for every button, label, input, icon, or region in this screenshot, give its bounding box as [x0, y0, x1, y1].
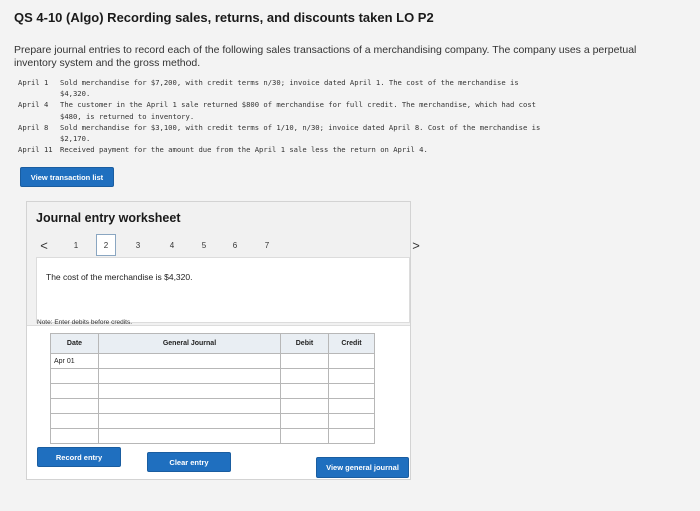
account-cell[interactable]	[98, 383, 281, 399]
transaction-line: The customer in the April 1 sale returne…	[60, 100, 536, 110]
account-cell[interactable]	[98, 353, 281, 369]
account-cell[interactable]	[98, 398, 281, 414]
transaction-date: April 11	[18, 145, 53, 155]
debit-cell[interactable]	[280, 383, 329, 399]
view-transaction-list-button[interactable]: View transaction list	[20, 167, 114, 187]
transactions-list: April 1 Sold merchandise for $7,200, wit…	[18, 77, 658, 155]
credit-cell[interactable]	[328, 413, 375, 429]
record-entry-button[interactable]: Record entry	[37, 447, 121, 467]
journal-table: Date General Journal Debit Credit Apr 01	[50, 333, 375, 444]
journal-entry-worksheet: Journal entry worksheet < 1 2 3 4 5 6 7 …	[26, 201, 420, 480]
credit-cell[interactable]	[328, 398, 375, 414]
page-2[interactable]: 2	[96, 234, 116, 256]
transaction-date: April 1	[18, 78, 49, 87]
debit-cell[interactable]	[280, 428, 329, 444]
debit-header: Debit	[280, 333, 329, 354]
transaction-item: April 1 Sold merchandise for $7,200, wit…	[18, 77, 658, 99]
account-cell[interactable]	[98, 368, 281, 384]
table-row	[50, 368, 375, 384]
general-journal-header: General Journal	[98, 333, 281, 354]
view-general-journal-button[interactable]: View general journal	[316, 457, 409, 478]
credit-cell[interactable]	[328, 383, 375, 399]
date-cell[interactable]	[50, 368, 99, 384]
date-cell[interactable]	[50, 398, 99, 414]
debit-cell[interactable]	[280, 398, 329, 414]
transaction-text: Sold merchandise for $7,200, with credit…	[60, 77, 658, 99]
credit-cell[interactable]	[328, 428, 375, 444]
page-7[interactable]: 7	[257, 234, 277, 256]
transaction-text: Received payment for the amount due from…	[60, 145, 428, 155]
worksheet-title: Journal entry worksheet	[36, 211, 181, 225]
date-cell[interactable]: Apr 01	[50, 353, 99, 369]
debit-cell[interactable]	[280, 413, 329, 429]
table-row	[50, 428, 375, 444]
table-row	[50, 413, 375, 429]
transaction-line: $4,320.	[60, 89, 91, 99]
table-row	[50, 383, 375, 399]
credit-cell[interactable]	[328, 368, 375, 384]
date-header: Date	[50, 333, 99, 354]
transaction-item: April 4 The customer in the April 1 sale…	[18, 99, 658, 121]
description-text: The cost of the merchandise is $4,320.	[46, 272, 193, 282]
date-cell[interactable]	[50, 383, 99, 399]
transaction-line: Sold merchandise for $7,200, with credit…	[60, 78, 519, 87]
instructions-text: Prepare journal entries to record each o…	[14, 44, 637, 69]
prev-page-arrow-icon[interactable]: <	[36, 234, 52, 256]
transaction-text: The customer in the April 1 sale returne…	[60, 99, 658, 121]
transaction-date: April 8	[18, 122, 49, 132]
debit-credit-note: Note: Enter debits before credits.	[37, 319, 133, 326]
account-cell[interactable]	[98, 428, 281, 444]
transaction-line: $2,170.	[60, 134, 91, 144]
date-cell[interactable]	[50, 428, 99, 444]
page-3[interactable]: 3	[128, 234, 148, 256]
credit-cell[interactable]	[328, 353, 375, 369]
page-1[interactable]: 1	[66, 234, 86, 256]
account-cell[interactable]	[98, 413, 281, 429]
page-5[interactable]: 5	[194, 234, 214, 256]
worksheet-header: Journal entry worksheet < 1 2 3 4 5 6 7 …	[27, 202, 420, 326]
description-box: The cost of the merchandise is $4,320.	[36, 257, 410, 323]
transaction-line: $480, is returned to inventory.	[60, 111, 195, 121]
debit-cell[interactable]	[280, 368, 329, 384]
transaction-line: Sold merchandise for $3,100, with credit…	[60, 122, 541, 132]
page-title: QS 4-10 (Algo) Recording sales, returns,…	[14, 10, 434, 25]
transaction-text: Sold merchandise for $3,100, with credit…	[60, 122, 658, 144]
page-4[interactable]: 4	[162, 234, 182, 256]
page-navigation: < 1 2 3 4 5 6 7 >	[36, 234, 420, 256]
date-cell[interactable]	[50, 413, 99, 429]
debit-cell[interactable]	[280, 353, 329, 369]
transaction-item: April 11 Received payment for the amount…	[18, 144, 658, 155]
transaction-item: April 8 Sold merchandise for $3,100, wit…	[18, 122, 658, 144]
table-row: Apr 01	[50, 353, 375, 369]
table-row	[50, 398, 375, 414]
transaction-date: April 4	[18, 100, 49, 110]
page-6[interactable]: 6	[225, 234, 245, 256]
credit-header: Credit	[328, 333, 375, 354]
clear-entry-button[interactable]: Clear entry	[147, 452, 231, 472]
next-page-arrow-icon[interactable]: >	[408, 234, 424, 256]
